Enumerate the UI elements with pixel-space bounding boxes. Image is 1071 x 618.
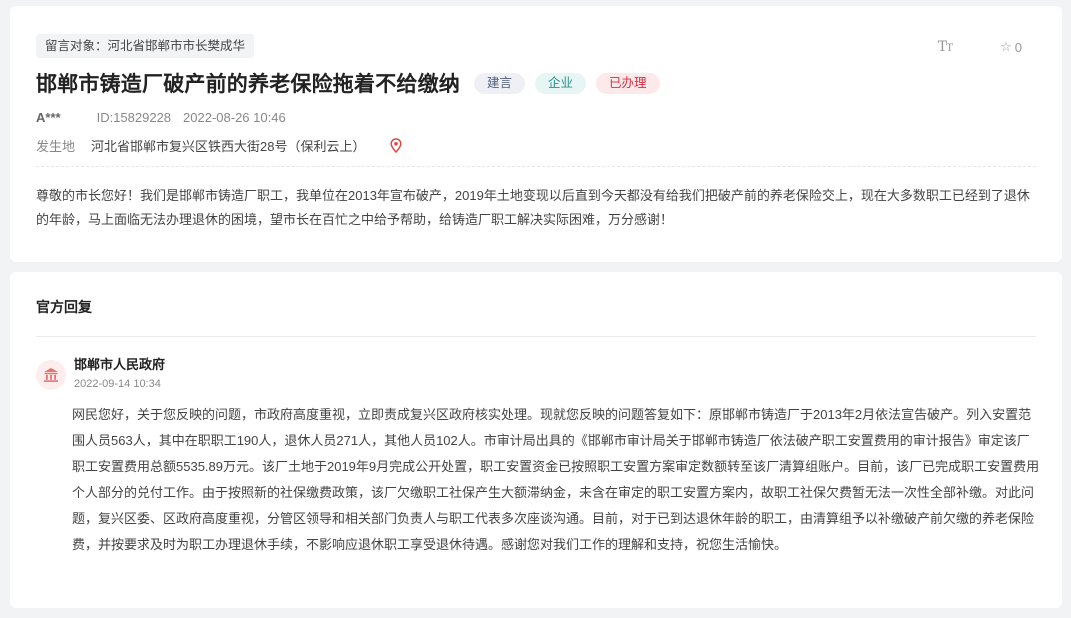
reply-card: 官方回复 邯郸市人民政府 2022-09-14 10:34 网民您好，关于您反映…: [10, 272, 1062, 608]
org-name: 邯郸市人民政府: [74, 357, 166, 372]
favorite-count: 0: [1014, 39, 1022, 55]
org-info: 邯郸市人民政府 2022-09-14 10:34: [74, 356, 165, 391]
status-badge: 已办理: [596, 72, 660, 94]
divider: [36, 166, 1036, 167]
type-badge: 建言: [474, 72, 526, 94]
map-pin-icon[interactable]: [390, 138, 403, 153]
location-value: 河北省邯郸市复兴区铁西大街28号（保利云上）: [91, 139, 366, 154]
reply-date: 2022-09-14 10:34: [74, 378, 161, 390]
message-target: 留言对象：河北省邯郸市市长樊成华: [36, 34, 255, 58]
location-label: 发生地: [36, 139, 76, 154]
title-row: 邯郸市铸造厂破产前的养老保险拖着不给缴纳 建言 企业 已办理: [36, 68, 660, 98]
reply-heading: 官方回复: [36, 299, 92, 315]
reply-text: 网民您好，关于您反映的问题，市政府高度重视，立即责成复兴区政府核实处理。现就您反…: [72, 407, 1040, 552]
message-meta: A*** ID:15829228 2022-08-26 10:46: [36, 110, 286, 125]
divider: [36, 336, 1036, 337]
government-building-icon: [36, 360, 66, 390]
toolbar: TT ☆ 0: [938, 39, 1022, 55]
category-badge: 企业: [535, 72, 587, 94]
star-icon: ☆: [1000, 39, 1012, 54]
message-content: 尊敬的市长您好！我们是邯郸市铸造厂职工，我单位在2013年宣布破产，2019年土…: [36, 188, 1030, 227]
favorite-button[interactable]: ☆ 0: [1000, 39, 1022, 55]
font-size-icon[interactable]: TT: [938, 39, 953, 55]
message-datetime: 2022-08-26 10:46: [183, 110, 286, 125]
author-name: A***: [36, 110, 61, 125]
message-title: 邯郸市铸造厂破产前的养老保险拖着不给缴纳: [36, 73, 460, 96]
location-row: 发生地 河北省邯郸市复兴区铁西大街28号（保利云上）: [36, 136, 403, 155]
message-id: ID:15829228: [96, 110, 172, 125]
message-card: 留言对象：河北省邯郸市市长樊成华 TT ☆ 0 邯郸市铸造厂破产前的养老保险拖着…: [10, 6, 1062, 262]
reply-organization: 邯郸市人民政府 2022-09-14 10:34: [36, 356, 165, 391]
